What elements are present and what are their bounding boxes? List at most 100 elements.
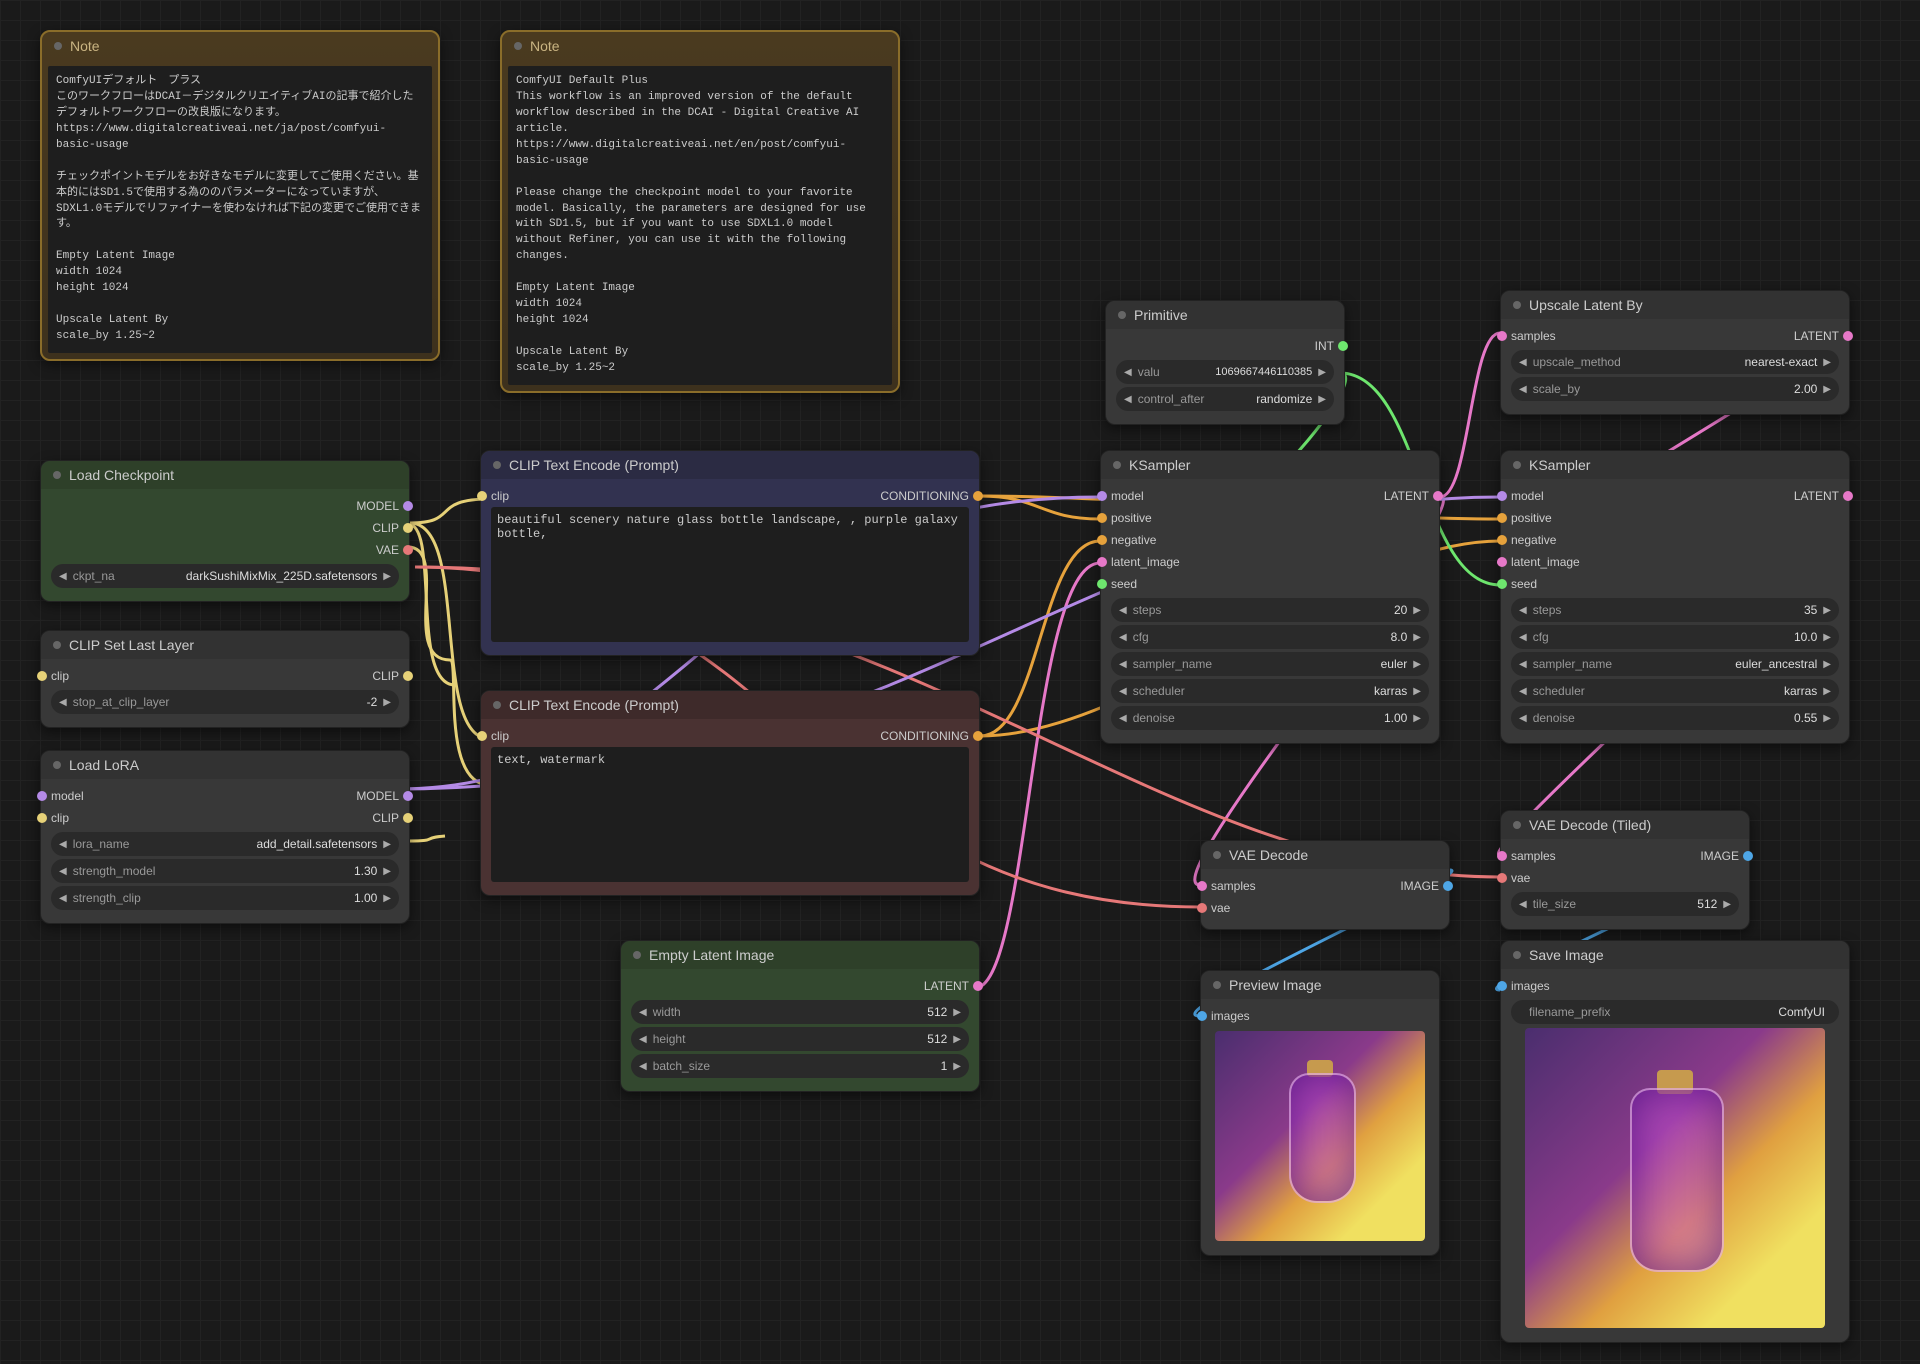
clip-text-encode-negative-node[interactable]: CLIP Text Encode (Prompt) clip CONDITION… — [480, 690, 980, 896]
in-seed-slot[interactable]: seed — [1511, 573, 1839, 595]
lora-name-widget[interactable]: ◀ lora_name add_detail.safetensors ▶ — [51, 832, 399, 856]
out-conditioning-slot[interactable]: CONDITIONING — [880, 485, 969, 507]
out-latent-slot[interactable]: LATENT — [1384, 485, 1429, 507]
save-image-node[interactable]: Save Image images filename_prefix ComfyU… — [1500, 940, 1850, 1343]
chevron-right-icon[interactable]: ▶ — [953, 1061, 961, 1072]
chevron-right-icon[interactable]: ▶ — [1413, 659, 1421, 670]
preview-header[interactable]: Preview Image — [1201, 971, 1439, 999]
in-positive-slot[interactable]: positive — [1511, 507, 1839, 529]
chevron-left-icon[interactable]: ◀ — [1519, 384, 1527, 395]
chevron-right-icon[interactable]: ▶ — [1823, 605, 1831, 616]
cfg-widget[interactable]: ◀cfg8.0▶ — [1111, 625, 1429, 649]
primitive-node[interactable]: Primitive INT ◀ valu 1069667446110385 ▶ … — [1105, 300, 1345, 425]
clip-pos-textarea[interactable] — [491, 507, 969, 642]
chevron-left-icon[interactable]: ◀ — [59, 697, 67, 708]
generated-image-preview[interactable] — [1215, 1031, 1425, 1241]
out-image-slot[interactable]: IMAGE — [1400, 875, 1439, 897]
tile-size-widget[interactable]: ◀tile_size512▶ — [1511, 892, 1739, 916]
in-images-slot[interactable]: images — [1211, 1005, 1429, 1027]
chevron-right-icon[interactable]: ▶ — [1413, 632, 1421, 643]
chevron-left-icon[interactable]: ◀ — [1124, 394, 1132, 405]
note-jp-body[interactable]: ComfyUIデフォルト プラス このワークフローはDCAI－デジタルクリエイテ… — [48, 66, 432, 353]
load-checkpoint-header[interactable]: Load Checkpoint — [41, 461, 409, 489]
chevron-left-icon[interactable]: ◀ — [59, 866, 67, 877]
chevron-left-icon[interactable]: ◀ — [1519, 659, 1527, 670]
chevron-right-icon[interactable]: ▶ — [383, 571, 391, 582]
cfg-widget[interactable]: ◀cfg10.0▶ — [1511, 625, 1839, 649]
clip-pos-header[interactable]: CLIP Text Encode (Prompt) — [481, 451, 979, 479]
out-vae-slot[interactable]: VAE — [51, 539, 399, 561]
chevron-left-icon[interactable]: ◀ — [639, 1034, 647, 1045]
chevron-right-icon[interactable]: ▶ — [1823, 713, 1831, 724]
note-en-body[interactable]: ComfyUI Default Plus This workflow is an… — [508, 66, 892, 385]
chevron-left-icon[interactable]: ◀ — [1519, 686, 1527, 697]
chevron-left-icon[interactable]: ◀ — [1519, 713, 1527, 724]
in-samples-slot[interactable]: samples — [1511, 845, 1556, 867]
height-widget[interactable]: ◀ height 512 ▶ — [631, 1027, 969, 1051]
load-checkpoint-node[interactable]: Load Checkpoint MODEL CLIP VAE ◀ ckpt_na… — [40, 460, 410, 602]
in-latent-slot[interactable]: latent_image — [1511, 551, 1839, 573]
preview-image-node[interactable]: Preview Image images — [1200, 970, 1440, 1256]
in-clip-slot[interactable]: clip — [491, 485, 509, 507]
in-samples-slot[interactable]: samples — [1511, 325, 1556, 347]
chevron-left-icon[interactable]: ◀ — [639, 1007, 647, 1018]
chevron-left-icon[interactable]: ◀ — [1519, 605, 1527, 616]
primitive-header[interactable]: Primitive — [1106, 301, 1344, 329]
denoise-widget[interactable]: ◀denoise1.00▶ — [1111, 706, 1429, 730]
empty-latent-image-node[interactable]: Empty Latent Image LATENT ◀ width 512 ▶ … — [620, 940, 980, 1092]
chevron-left-icon[interactable]: ◀ — [1119, 686, 1127, 697]
width-widget[interactable]: ◀ width 512 ▶ — [631, 1000, 969, 1024]
load-lora-header[interactable]: Load LoRA — [41, 751, 409, 779]
vae-decode-tiled-header[interactable]: VAE Decode (Tiled) — [1501, 811, 1749, 839]
in-samples-slot[interactable]: samples — [1211, 875, 1256, 897]
ckpt-name-widget[interactable]: ◀ ckpt_na darkSushiMixMix_225D.safetenso… — [51, 564, 399, 588]
in-clip-slot[interactable]: clip — [51, 807, 69, 829]
in-positive-slot[interactable]: positive — [1111, 507, 1429, 529]
save-header[interactable]: Save Image — [1501, 941, 1849, 969]
chevron-left-icon[interactable]: ◀ — [59, 893, 67, 904]
strength-model-widget[interactable]: ◀ strength_model 1.30 ▶ — [51, 859, 399, 883]
in-negative-slot[interactable]: negative — [1511, 529, 1839, 551]
in-clip-slot[interactable]: clip — [51, 665, 69, 687]
scheduler-widget[interactable]: ◀schedulerkarras▶ — [1511, 679, 1839, 703]
sampler-name-widget[interactable]: ◀sampler_nameeuler_ancestral▶ — [1511, 652, 1839, 676]
ksampler-2-node[interactable]: KSampler model LATENT positive negative … — [1500, 450, 1850, 744]
chevron-right-icon[interactable]: ▶ — [1823, 357, 1831, 368]
out-model-slot[interactable]: MODEL — [51, 495, 399, 517]
ksampler-1-header[interactable]: KSampler — [1101, 451, 1439, 479]
note-en-header[interactable]: Note — [502, 32, 898, 60]
out-clip-slot[interactable]: CLIP — [51, 517, 399, 539]
clip-neg-header[interactable]: CLIP Text Encode (Prompt) — [481, 691, 979, 719]
chevron-left-icon[interactable]: ◀ — [1119, 605, 1127, 616]
chevron-right-icon[interactable]: ▶ — [1723, 899, 1731, 910]
chevron-right-icon[interactable]: ▶ — [1318, 367, 1326, 378]
stop-at-clip-layer-widget[interactable]: ◀ stop_at_clip_layer -2 ▶ — [51, 690, 399, 714]
chevron-left-icon[interactable]: ◀ — [1519, 357, 1527, 368]
out-latent-slot[interactable]: LATENT — [1794, 485, 1839, 507]
in-model-slot[interactable]: model — [51, 785, 84, 807]
chevron-right-icon[interactable]: ▶ — [1318, 394, 1326, 405]
in-model-slot[interactable]: model — [1511, 485, 1544, 507]
in-latent-slot[interactable]: latent_image — [1111, 551, 1429, 573]
out-latent-slot[interactable]: LATENT — [1794, 325, 1839, 347]
chevron-right-icon[interactable]: ▶ — [1413, 713, 1421, 724]
chevron-right-icon[interactable]: ▶ — [1413, 686, 1421, 697]
vae-decode-tiled-node[interactable]: VAE Decode (Tiled) samples IMAGE vae ◀ti… — [1500, 810, 1750, 930]
chevron-right-icon[interactable]: ▶ — [1823, 686, 1831, 697]
chevron-left-icon[interactable]: ◀ — [1519, 632, 1527, 643]
chevron-left-icon[interactable]: ◀ — [1119, 632, 1127, 643]
out-clip-slot[interactable]: CLIP — [372, 665, 399, 687]
in-model-slot[interactable]: model — [1111, 485, 1144, 507]
in-clip-slot[interactable]: clip — [491, 725, 509, 747]
chevron-left-icon[interactable]: ◀ — [1119, 713, 1127, 724]
chevron-left-icon[interactable]: ◀ — [59, 571, 67, 582]
filename-prefix-widget[interactable]: filename_prefix ComfyUI — [1511, 1000, 1839, 1024]
chevron-right-icon[interactable]: ▶ — [1413, 605, 1421, 616]
chevron-right-icon[interactable]: ▶ — [383, 697, 391, 708]
sampler-name-widget[interactable]: ◀sampler_nameeuler▶ — [1111, 652, 1429, 676]
strength-clip-widget[interactable]: ◀ strength_clip 1.00 ▶ — [51, 886, 399, 910]
empty-latent-header[interactable]: Empty Latent Image — [621, 941, 979, 969]
upscale-method-widget[interactable]: ◀upscale_methodnearest-exact▶ — [1511, 350, 1839, 374]
chevron-right-icon[interactable]: ▶ — [953, 1034, 961, 1045]
chevron-right-icon[interactable]: ▶ — [383, 866, 391, 877]
